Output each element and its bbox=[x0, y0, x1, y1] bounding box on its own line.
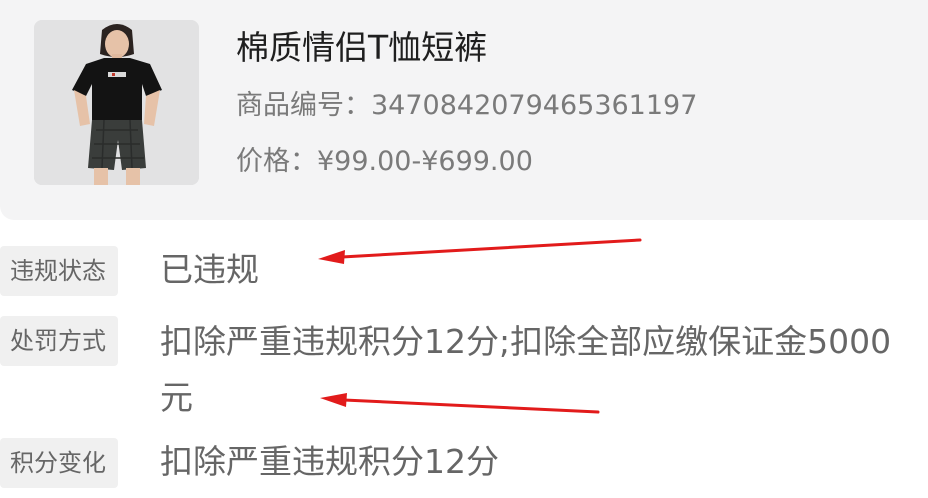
violation-status-label: 违规状态 bbox=[0, 246, 118, 296]
product-sku: 商品编号：3470842079465361197 bbox=[236, 90, 698, 121]
penalty-method-label: 处罚方式 bbox=[0, 316, 118, 366]
product-title: 棉质情侣T恤短裤 bbox=[236, 28, 488, 67]
points-change-value: 扣除严重违规积分12分 bbox=[160, 442, 499, 481]
violation-status-value: 已违规 bbox=[160, 250, 259, 289]
penalty-method-value: 扣除严重违规积分12分;扣除全部应缴保证金5000元 bbox=[160, 322, 892, 417]
product-price: 价格：¥99.00-¥699.00 bbox=[236, 146, 533, 177]
points-change-label: 积分变化 bbox=[0, 438, 118, 488]
product-image[interactable] bbox=[34, 20, 199, 185]
product-card[interactable]: 棉质情侣T恤短裤 商品编号：3470842079465361197 价格：¥99… bbox=[0, 0, 928, 220]
